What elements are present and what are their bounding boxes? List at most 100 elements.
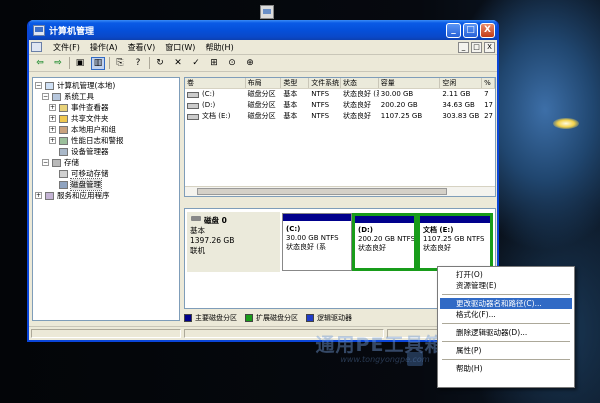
volume-layout: 磁盘分区 <box>247 101 276 109</box>
partition-size: 200.20 GB NTFS <box>358 235 414 243</box>
delete-icon[interactable]: ✕ <box>171 57 185 70</box>
title-bar[interactable]: 计算机管理 _ □ X <box>29 20 497 40</box>
collapse-icon[interactable]: − <box>42 159 49 166</box>
volume-free: 2.11 GB <box>442 90 471 98</box>
up-folder-icon[interactable]: ▣ <box>73 57 87 70</box>
partition-e[interactable]: 文档 (E:) 1107.25 GB NTFS 状态良好 <box>417 213 493 271</box>
expand-icon[interactable]: + <box>49 126 56 133</box>
app-menu-icon[interactable] <box>31 42 42 52</box>
tree-item[interactable]: + 事件查看器 <box>35 102 177 113</box>
tree-item[interactable]: 设备管理器 <box>35 146 177 157</box>
menu-view[interactable]: 查看(V) <box>123 42 161 53</box>
horizontal-scrollbar[interactable] <box>185 186 495 196</box>
tree-item[interactable]: 可移动存储 <box>35 168 177 179</box>
properties-icon[interactable]: ⎘ <box>113 57 127 70</box>
event-viewer-icon <box>59 103 68 112</box>
column-header[interactable]: % <box>482 78 495 88</box>
child-minimize-button[interactable]: _ <box>458 41 469 53</box>
disk-0-label[interactable]: 磁盘 0 基本 1397.26 GB 联机 <box>187 212 280 272</box>
collapse-icon[interactable]: − <box>42 93 49 100</box>
child-restore-button[interactable]: □ <box>471 41 482 53</box>
maximize-button[interactable]: □ <box>463 22 478 38</box>
column-header[interactable]: 文件系统 <box>309 78 341 88</box>
volume-capacity: 200.20 GB <box>380 101 418 109</box>
tree-item[interactable]: − 计算机管理(本地) <box>35 80 177 91</box>
logical-drive-bar <box>420 216 490 223</box>
volume-name: 文档 (E:) <box>202 112 231 120</box>
computer-management-window: 计算机管理 _ □ X 文件(F) 操作(A) 查看(V) 窗口(W) 帮助(H… <box>27 20 499 342</box>
collapse-icon[interactable]: − <box>35 82 42 89</box>
tree-item[interactable]: + 本地用户和组 <box>35 124 177 135</box>
menu-format[interactable]: 格式化(F)... <box>440 309 572 320</box>
volume-percent: 17 <box>484 101 493 109</box>
device-manager-icon <box>59 147 68 156</box>
help-icon[interactable]: ? <box>131 57 145 70</box>
child-close-button[interactable]: X <box>484 41 495 53</box>
refresh-icon[interactable]: ↻ <box>153 57 167 70</box>
table-row[interactable]: 文档 (E:) 磁盘分区 基本 NTFS 状态良好 1107.25 GB 303… <box>185 111 495 122</box>
tree-item[interactable]: − 系统工具 <box>35 91 177 102</box>
partition-name: 文档 (E:) <box>423 226 454 234</box>
volume-filesystem: NTFS <box>311 90 330 98</box>
storage-icon <box>52 158 61 167</box>
menu-open[interactable]: 打开(O) <box>440 269 572 280</box>
menu-help[interactable]: 帮助(H) <box>200 42 238 53</box>
tree-item[interactable]: + 性能日志和警报 <box>35 135 177 146</box>
menu-action[interactable]: 操作(A) <box>85 42 123 53</box>
removable-storage-icon <box>59 169 68 178</box>
hard-disk-icon <box>191 216 201 221</box>
minimize-button[interactable]: _ <box>446 22 461 38</box>
expand-icon[interactable]: + <box>35 192 42 199</box>
expand-icon[interactable]: + <box>49 115 56 122</box>
computer-icon <box>45 81 54 90</box>
table-row[interactable]: (C:) 磁盘分区 基本 NTFS 状态良好 (系统) 30.00 GB 2.1… <box>185 89 495 100</box>
tree-item-label: 可移动存储 <box>71 169 109 178</box>
partition-c[interactable]: (C:) 30.00 GB NTFS 状态良好 (系 <box>282 213 352 271</box>
volume-layout: 磁盘分区 <box>247 112 276 120</box>
tree-item[interactable]: + 服务和应用程序 <box>35 190 177 201</box>
logical-drive-bar <box>355 216 414 223</box>
tree-item[interactable]: − 存储 <box>35 157 177 168</box>
menu-delete-logical-drive[interactable]: 删除逻辑驱动器(D)... <box>440 327 572 338</box>
volume-free: 34.63 GB <box>442 101 475 109</box>
column-header[interactable]: 类型 <box>281 78 310 88</box>
console-tree: − 计算机管理(本地) − 系统工具 + 事件查看器 + 共享文件夹 + 本地用… <box>32 77 180 321</box>
menu-change-drive-letter[interactable]: 更改驱动器名和路径(C)... <box>440 298 572 309</box>
column-header[interactable]: 空闲 <box>440 78 483 88</box>
close-button[interactable]: X <box>480 22 495 38</box>
column-header[interactable]: 状态 <box>341 78 379 88</box>
volume-icon <box>187 113 199 120</box>
volume-layout: 磁盘分区 <box>247 90 276 98</box>
menu-help[interactable]: 帮助(H) <box>440 363 572 374</box>
column-header[interactable]: 布局 <box>246 78 282 88</box>
volume-type: 基本 <box>283 101 298 109</box>
partition-status: 状态良好 (系 <box>286 243 326 251</box>
menu-window[interactable]: 窗口(W) <box>160 42 200 53</box>
volume-type: 基本 <box>283 112 298 120</box>
menu-properties[interactable]: 属性(P) <box>440 345 572 356</box>
legend-swatch <box>245 313 253 322</box>
volume-status: 状态良好 <box>342 101 371 109</box>
show-hide-tree-icon[interactable]: ▥ <box>91 56 105 70</box>
tree-item[interactable]: + 共享文件夹 <box>35 113 177 124</box>
desktop-shortcut-icon[interactable] <box>260 5 274 19</box>
expand-icon[interactable]: + <box>49 104 56 111</box>
open-folder-icon[interactable]: ⊞ <box>207 57 221 70</box>
column-header[interactable]: 容量 <box>379 78 441 88</box>
volume-filesystem: NTFS <box>311 101 330 109</box>
expand-icon[interactable]: + <box>49 137 56 144</box>
partition-d[interactable]: (D:) 200.20 GB NTFS 状态良好 <box>352 213 417 271</box>
tree-item-disk-management[interactable]: 磁盘管理 <box>35 178 177 191</box>
forward-arrow-icon[interactable]: ⇨ <box>51 57 65 70</box>
check-icon[interactable]: ✓ <box>189 57 203 70</box>
legend-item: 主要磁盘分区 <box>184 313 237 323</box>
table-row[interactable]: (D:) 磁盘分区 基本 NTFS 状态良好 200.20 GB 34.63 G… <box>185 100 495 111</box>
scrollbar-thumb[interactable] <box>197 188 447 195</box>
menu-explore[interactable]: 资源管理(E) <box>440 280 572 291</box>
menu-file[interactable]: 文件(F) <box>48 42 85 53</box>
zoom-icon[interactable]: ⊕ <box>243 57 257 70</box>
volume-type: 基本 <box>283 90 298 98</box>
back-arrow-icon[interactable]: ⇦ <box>33 57 47 70</box>
search-icon[interactable]: ⊙ <box>225 57 239 70</box>
column-header[interactable]: 卷 <box>185 78 246 88</box>
